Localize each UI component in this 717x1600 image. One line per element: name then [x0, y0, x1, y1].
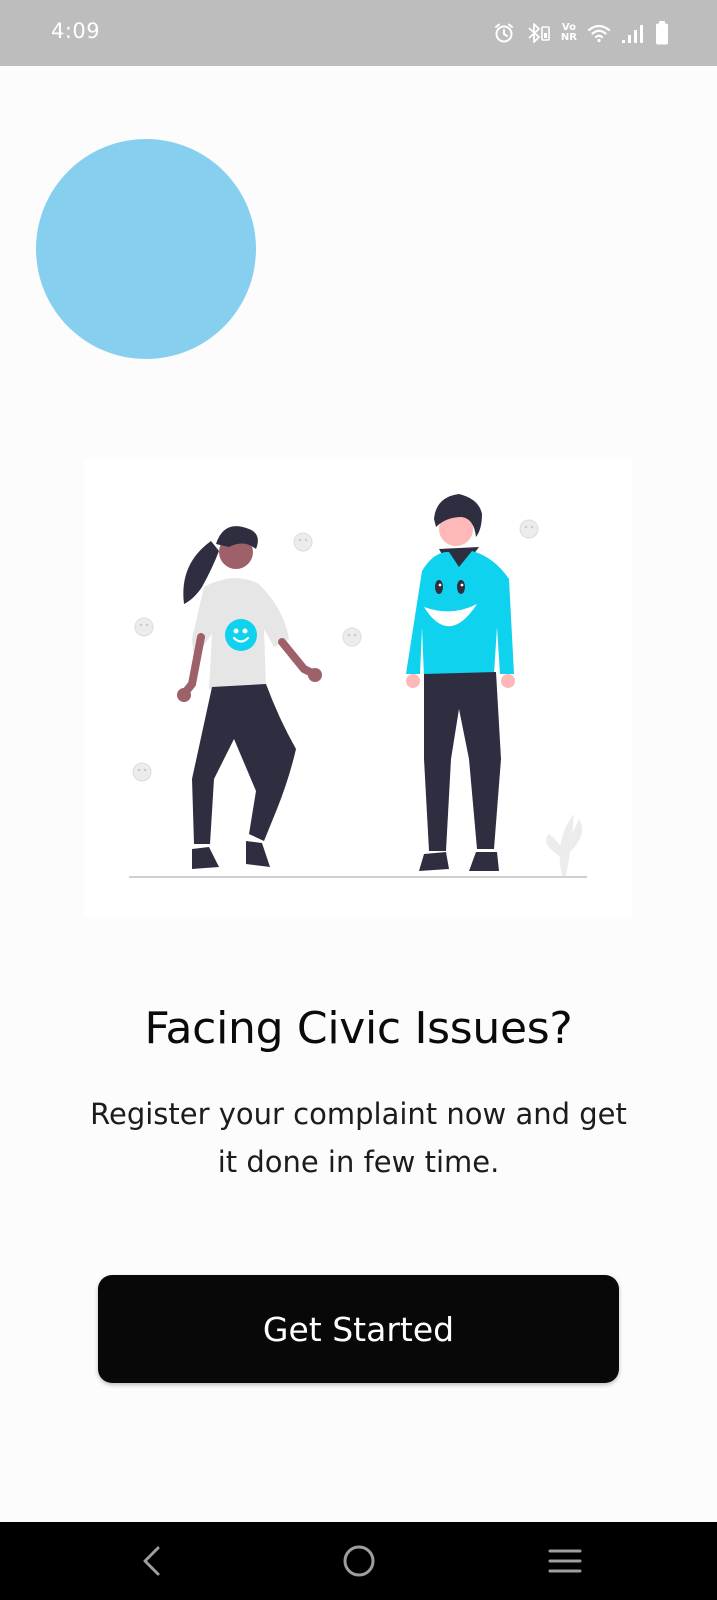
bluetooth-icon: [525, 21, 551, 45]
subtext: Register your complaint now and get it d…: [90, 1097, 627, 1179]
signal-icon: [621, 22, 645, 44]
battery-icon: [655, 21, 669, 45]
recents-button[interactable]: [537, 1536, 593, 1586]
man-figure: [406, 494, 515, 871]
volte-icon: Vo NR: [561, 23, 577, 43]
home-button[interactable]: [331, 1536, 387, 1586]
two-people-illustration: [84, 459, 632, 917]
navigation-bar: [0, 1522, 717, 1600]
headline: Facing Civic Issues?: [144, 1003, 573, 1054]
volte-line2: NR: [560, 32, 577, 43]
status-time: 4:09: [51, 19, 101, 43]
decorative-circle: [36, 139, 256, 359]
woman-figure: [177, 526, 322, 869]
recents-icon: [548, 1549, 582, 1573]
wifi-icon: [587, 23, 611, 43]
status-bar: 4:09 Vo NR: [0, 0, 717, 66]
home-icon: [343, 1545, 375, 1577]
back-button[interactable]: [124, 1536, 180, 1586]
status-icons: Vo NR: [493, 19, 669, 47]
get-started-button[interactable]: Get Started: [98, 1275, 619, 1383]
alarm-icon: [493, 22, 515, 44]
back-icon: [143, 1546, 160, 1576]
